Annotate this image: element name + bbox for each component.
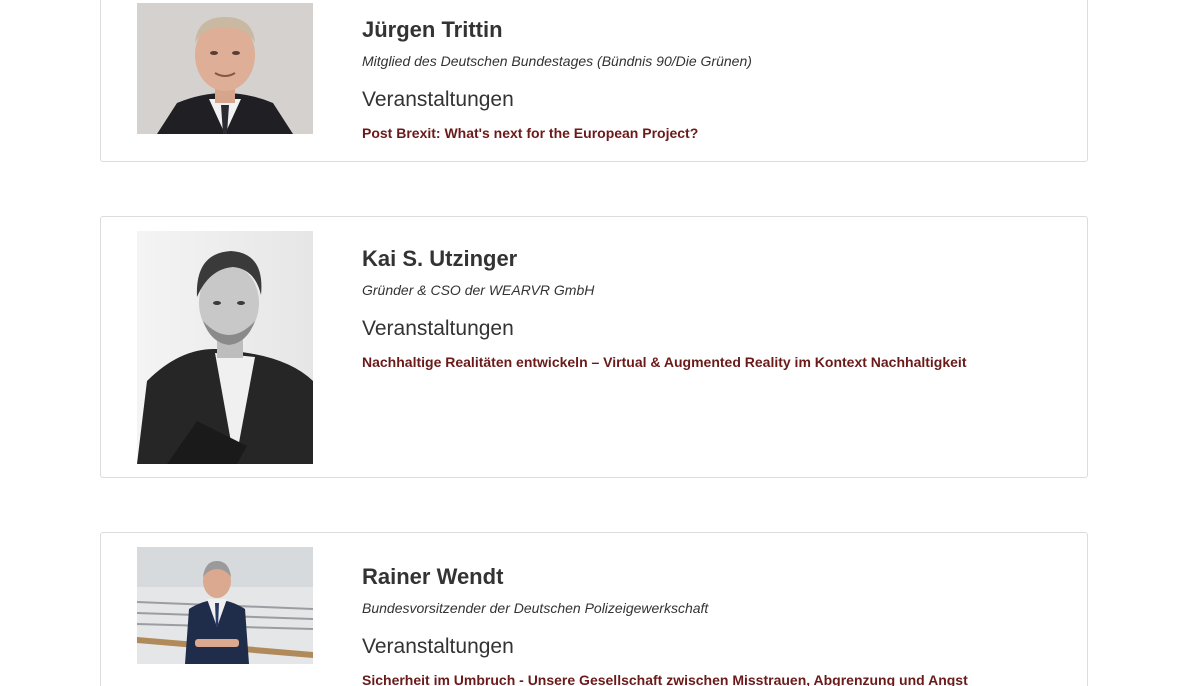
speaker-name: Jürgen Trittin bbox=[362, 17, 503, 42]
speaker-role: Mitglied des Deutschen Bundestages (Bünd… bbox=[362, 53, 752, 69]
speaker-photo bbox=[137, 3, 313, 134]
portrait-image bbox=[137, 547, 313, 664]
event-link[interactable]: Sicherheit im Umbruch - Unsere Gesellsch… bbox=[362, 671, 968, 686]
speaker-card: Rainer Wendt Bundesvorsitzender der Deut… bbox=[100, 532, 1088, 686]
speaker-role: Gründer & CSO der WEARVR GmbH bbox=[362, 282, 595, 298]
speaker-info: Kai S. Utzinger Gründer & CSO der WEARVR… bbox=[362, 246, 1067, 372]
portrait-image bbox=[137, 231, 313, 464]
speaker-photo bbox=[137, 547, 313, 664]
speaker-name: Kai S. Utzinger bbox=[362, 246, 518, 271]
speaker-card: Jürgen Trittin Mitglied des Deutschen Bu… bbox=[100, 0, 1088, 162]
speaker-name: Rainer Wendt bbox=[362, 564, 504, 589]
speaker-card: Kai S. Utzinger Gründer & CSO der WEARVR… bbox=[100, 216, 1088, 478]
events-heading: Veranstaltungen bbox=[362, 88, 514, 111]
speaker-role: Bundesvorsitzender der Deutschen Polizei… bbox=[362, 600, 709, 616]
portrait-image bbox=[137, 3, 313, 134]
event-link[interactable]: Nachhaltige Realitäten entwickeln – Virt… bbox=[362, 353, 966, 371]
events-heading: Veranstaltungen bbox=[362, 317, 514, 340]
speaker-photo bbox=[137, 231, 313, 464]
events-heading: Veranstaltungen bbox=[362, 635, 514, 658]
speaker-list-page: Jürgen Trittin Mitglied des Deutschen Bu… bbox=[0, 0, 1200, 686]
speaker-info: Rainer Wendt Bundesvorsitzender der Deut… bbox=[362, 564, 1067, 686]
event-link[interactable]: Post Brexit: What's next for the Europea… bbox=[362, 124, 698, 142]
speaker-info: Jürgen Trittin Mitglied des Deutschen Bu… bbox=[362, 17, 1067, 143]
